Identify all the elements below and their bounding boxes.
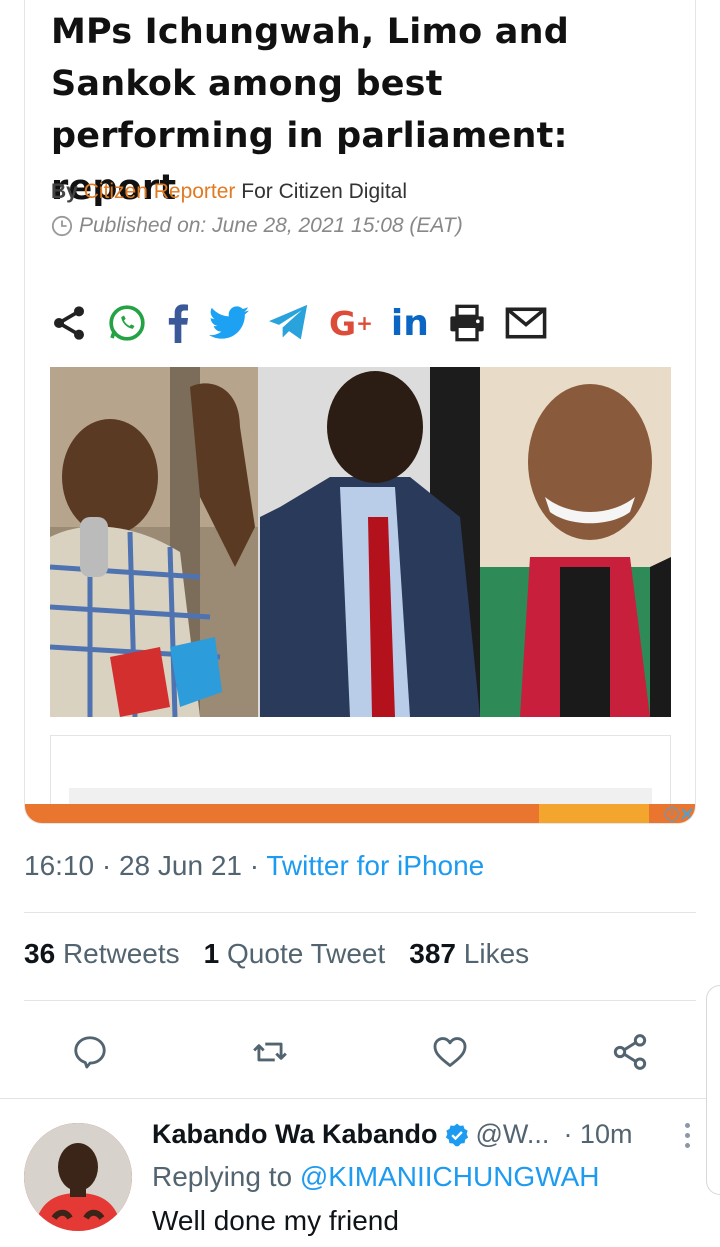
tweet-date: 28 Jun 21 — [118, 850, 242, 881]
author-link[interactable]: Citizen Reporter — [84, 180, 236, 203]
reply-header: Kabando Wa Kabando @W... · 10m — [152, 1119, 632, 1150]
display-name[interactable]: Kabando Wa Kabando — [152, 1119, 438, 1150]
published-text: Published on: June 28, 2021 15:08 (EAT) — [79, 214, 463, 237]
separator: · — [101, 850, 112, 881]
mention-link[interactable]: @KIMANIICHUNGWAH — [300, 1161, 600, 1192]
outlet-name: For Citizen Digital — [241, 180, 407, 203]
published-date: Published on: June 28, 2021 15:08 (EAT) — [51, 214, 463, 238]
email-icon[interactable] — [505, 300, 547, 346]
reply-text: Well done my friend — [152, 1205, 399, 1236]
whatsapp-icon[interactable] — [107, 300, 147, 346]
user-handle: @W... — [475, 1119, 550, 1149]
ad-banner-accent — [539, 804, 649, 823]
print-icon[interactable] — [447, 300, 487, 346]
article-photo[interactable] — [50, 367, 671, 717]
avatar[interactable] — [24, 1123, 132, 1231]
tweet-source-link[interactable]: Twitter for iPhone — [266, 850, 484, 881]
more-options-icon[interactable] — [685, 1123, 690, 1148]
reply-time: · 10m — [563, 1119, 633, 1149]
divider — [24, 1000, 696, 1001]
retweets-stat[interactable]: 36 Retweets — [24, 938, 180, 970]
tweet-timestamp: 16:10 · 28 Jun 21 · Twitter for iPhone — [24, 850, 484, 882]
article-byline: By Citizen Reporter For Citizen Digital — [51, 180, 407, 204]
separator: · — [249, 850, 260, 881]
clock-icon — [51, 215, 73, 237]
quote-tweets-stat[interactable]: 1 Quote Tweet — [204, 938, 386, 970]
reply-tweet[interactable]: Kabando Wa Kabando @W... · 10m Replying … — [0, 1099, 720, 1247]
twitter-icon[interactable] — [209, 300, 249, 346]
article-preview-card[interactable]: MPs Ichungwah, Limo and Sankok among bes… — [24, 0, 696, 824]
facebook-icon[interactable] — [165, 300, 191, 346]
likes-stat[interactable]: 387 Likes — [409, 938, 529, 970]
gplus-letter: G — [329, 303, 357, 343]
telegram-icon[interactable] — [267, 300, 311, 346]
tweet-action-bar — [24, 1026, 696, 1078]
tweet-stats: 36 Retweets 1 Quote Tweet 387 Likes — [24, 938, 529, 970]
floating-compose-edge[interactable] — [706, 985, 720, 1195]
ad-banner-bar[interactable]: i — [25, 804, 695, 823]
linkedin-icon[interactable]: in — [391, 300, 429, 346]
tweet-time: 16:10 — [24, 850, 95, 881]
replying-prefix: Replying to — [152, 1161, 293, 1192]
retweet-icon[interactable] — [244, 1026, 296, 1078]
by-label: By — [51, 180, 78, 203]
share-icon[interactable] — [49, 300, 89, 346]
share-icon[interactable] — [604, 1026, 656, 1078]
close-icon[interactable] — [681, 808, 693, 820]
adchoices-icon[interactable]: i — [665, 807, 693, 821]
reply-icon[interactable] — [64, 1026, 116, 1078]
replying-to: Replying to @KIMANIICHUNGWAH — [152, 1161, 599, 1193]
gplus-plus: + — [356, 311, 373, 335]
divider — [24, 912, 696, 913]
article-share-bar: G + in — [49, 300, 565, 346]
like-icon[interactable] — [424, 1026, 476, 1078]
info-icon: i — [665, 807, 679, 821]
google-plus-icon[interactable]: G + — [329, 300, 373, 346]
verified-badge-icon — [444, 1122, 470, 1148]
